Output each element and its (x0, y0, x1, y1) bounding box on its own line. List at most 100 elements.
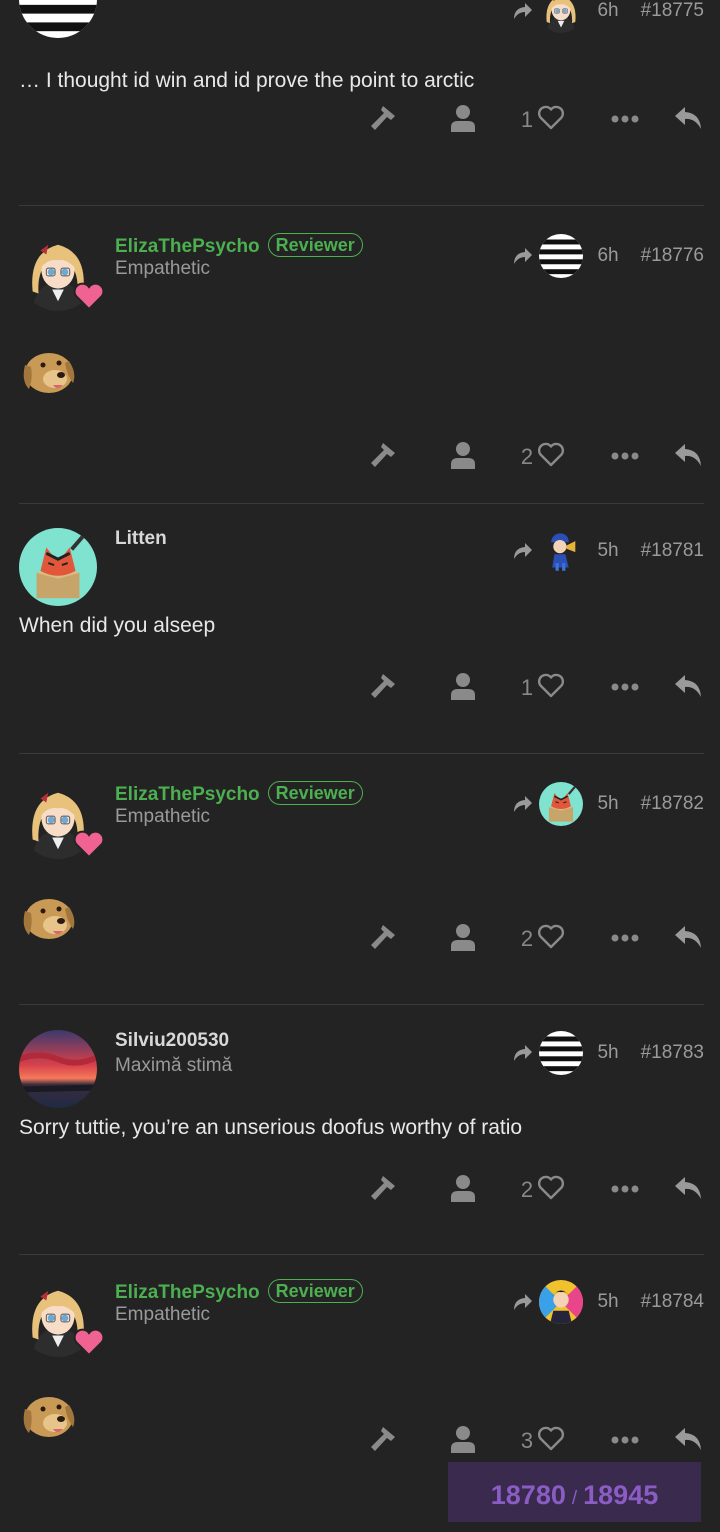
post-time[interactable]: 5h (597, 1042, 618, 1064)
user-title: Empathetic (115, 806, 211, 827)
dog-emoji (19, 345, 77, 397)
post-meta: 5h #18782 (513, 781, 704, 827)
reply-button[interactable] (668, 100, 708, 140)
username[interactable]: ElizaThePsycho Reviewer (115, 233, 363, 258)
post-time[interactable]: 5h (597, 540, 618, 562)
post-time[interactable]: 5h (597, 793, 618, 815)
post-actions: 2 (363, 919, 704, 959)
heart-icon (537, 673, 565, 704)
like-button[interactable]: 3 (509, 1421, 577, 1461)
user-card-button[interactable] (443, 668, 483, 708)
user-avatar[interactable] (19, 0, 97, 38)
post-meta: 5h #18783 (513, 1030, 704, 1076)
user-title: Empathetic (115, 1304, 211, 1325)
total-post-count: 18945 (583, 1480, 659, 1510)
reply-button[interactable] (668, 1421, 708, 1461)
flag-post-button[interactable] (363, 100, 403, 140)
post-number[interactable]: #18782 (641, 793, 704, 815)
post-number[interactable]: #18783 (641, 1042, 704, 1064)
reply-to-avatar[interactable] (539, 234, 584, 278)
username[interactable]: ElizaThePsycho Reviewer (115, 781, 363, 806)
more-icon (611, 111, 639, 129)
reply-arrow-icon (513, 1293, 533, 1311)
reply-to-avatar[interactable] (539, 1280, 584, 1324)
username-text: ElizaThePsycho (115, 784, 260, 805)
flag-post-button[interactable] (363, 1421, 403, 1461)
more-actions-button[interactable] (605, 1170, 645, 1210)
post: ElizaThePsycho Reviewer Empathetic 5h #187… (19, 781, 704, 979)
reply-to-avatar[interactable] (539, 782, 584, 826)
reply-icon (674, 1176, 702, 1205)
reply-icon (674, 106, 702, 135)
reply-icon (674, 443, 702, 472)
post-number[interactable]: #18775 (641, 0, 704, 22)
like-button[interactable]: 2 (509, 919, 577, 959)
user-icon (450, 1425, 476, 1458)
more-actions-button[interactable] (605, 1421, 645, 1461)
like-button[interactable]: 1 (509, 100, 577, 140)
heart-status-icon (73, 281, 105, 311)
username[interactable]: Litten (115, 528, 167, 550)
hammer-icon (369, 923, 397, 956)
more-actions-button[interactable] (605, 668, 645, 708)
more-actions-button[interactable] (605, 100, 645, 140)
post-text: … I thought id win and id prove the poin… (19, 69, 475, 92)
post-time[interactable]: 5h (597, 1291, 618, 1313)
user-icon (450, 672, 476, 705)
reply-button[interactable] (668, 919, 708, 959)
current-post-number: 18780 (490, 1480, 566, 1510)
post-actions: 1 (363, 100, 704, 140)
like-button[interactable]: 1 (509, 668, 577, 708)
post-time[interactable]: 6h (597, 0, 618, 22)
user-card-button[interactable] (443, 1170, 483, 1210)
post-divider (19, 1254, 704, 1255)
like-count: 1 (520, 107, 534, 132)
user-card-button[interactable] (443, 919, 483, 959)
hammer-icon (369, 1425, 397, 1458)
post-number[interactable]: #18784 (641, 1291, 704, 1313)
post-number[interactable]: #18781 (641, 540, 704, 562)
reply-button[interactable] (668, 668, 708, 708)
flag-post-button[interactable] (363, 437, 403, 477)
reply-arrow-icon (513, 1044, 533, 1062)
post-number[interactable]: #18776 (641, 245, 704, 267)
reply-icon (674, 674, 702, 703)
user-avatar[interactable] (19, 1030, 97, 1108)
user-card-button[interactable] (443, 437, 483, 477)
username[interactable]: Silviu200530 (115, 1030, 229, 1052)
reply-arrow-icon (513, 795, 533, 813)
flag-post-button[interactable] (363, 668, 403, 708)
timeline-counter[interactable]: 18780/18945 (448, 1462, 701, 1522)
post-meta: 5h #18781 (513, 528, 704, 574)
post-meta: 6h #18776 (513, 233, 704, 279)
post-divider (19, 753, 704, 754)
user-card-button[interactable] (443, 1421, 483, 1461)
more-actions-button[interactable] (605, 919, 645, 959)
like-button[interactable]: 2 (509, 1170, 577, 1210)
more-icon (611, 448, 639, 466)
heart-icon (537, 105, 565, 136)
reply-to-avatar[interactable] (539, 1031, 584, 1075)
post-divider (19, 1004, 704, 1005)
more-icon (611, 1181, 639, 1199)
reply-button[interactable] (668, 1170, 708, 1210)
reply-to-avatar[interactable] (539, 0, 584, 33)
heart-icon (537, 442, 565, 473)
like-button[interactable]: 2 (509, 437, 577, 477)
flag-post-button[interactable] (363, 1170, 403, 1210)
user-icon (450, 1174, 476, 1207)
hammer-icon (369, 441, 397, 474)
reply-to-avatar[interactable] (539, 529, 584, 573)
dog-emoji (19, 1389, 77, 1441)
hammer-icon (369, 1174, 397, 1207)
reply-button[interactable] (668, 437, 708, 477)
post-time[interactable]: 6h (597, 245, 618, 267)
flag-post-button[interactable] (363, 919, 403, 959)
reply-arrow-icon (513, 2, 533, 20)
more-actions-button[interactable] (605, 437, 645, 477)
user-card-button[interactable] (443, 100, 483, 140)
user-avatar[interactable] (19, 528, 97, 606)
post: ElizaThePsycho Reviewer Empathetic 5h #187… (19, 1279, 704, 1481)
post: Litten 5h #18781 When did you alseep 1 (19, 528, 704, 728)
username[interactable]: ElizaThePsycho Reviewer (115, 1279, 363, 1304)
